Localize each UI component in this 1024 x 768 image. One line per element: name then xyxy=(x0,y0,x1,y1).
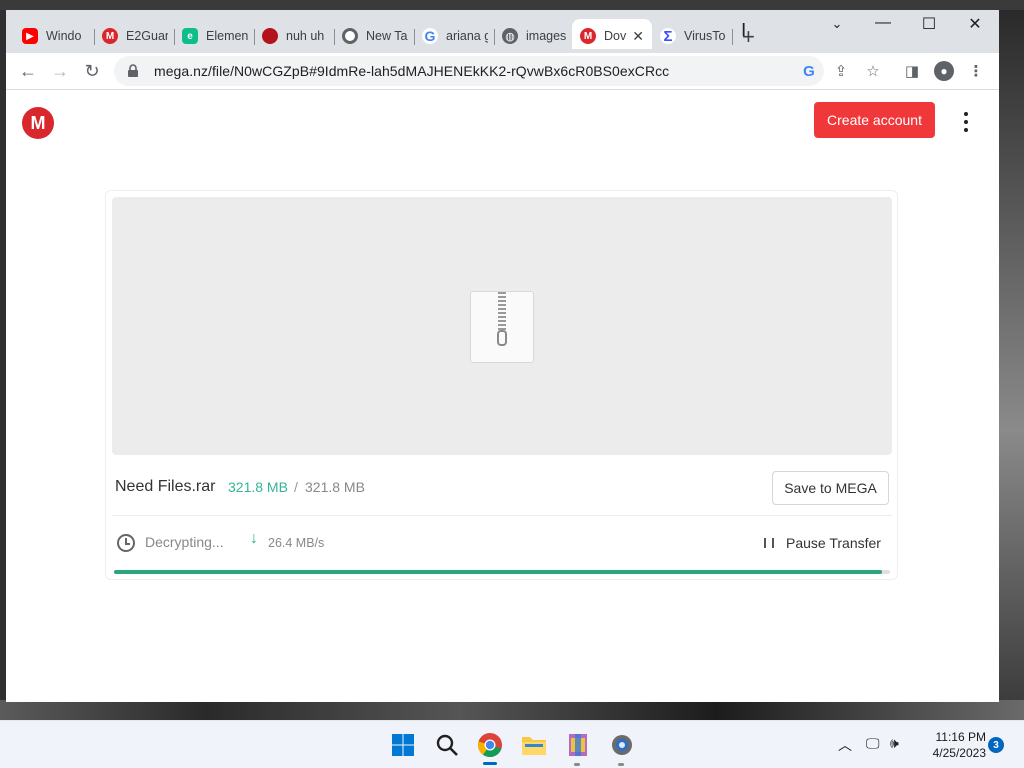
reload-button[interactable]: ↻ xyxy=(80,59,104,83)
tab-youtube[interactable]: ▶ Windo xyxy=(14,23,94,49)
taskbar-winrar[interactable] xyxy=(564,731,592,759)
mega-icon: M xyxy=(580,28,596,44)
google-lens-icon[interactable]: G xyxy=(799,61,819,81)
browser-window: ▶ Windo M E2Guar e Elemen nuh uh New Ta … xyxy=(6,10,999,702)
mega-logo[interactable]: M xyxy=(22,107,54,139)
taskbar-settings[interactable] xyxy=(608,731,636,759)
tab-title: images xyxy=(526,29,567,43)
virustotal-icon: Σ xyxy=(660,28,676,45)
system-clock[interactable]: 11:16 PM 4/25/2023 xyxy=(918,729,986,761)
clock-date: 4/25/2023 xyxy=(932,746,986,760)
tab-virustotal[interactable]: Σ VirusTo xyxy=(652,23,732,49)
size-separator: / xyxy=(294,479,298,495)
page-menu-icon[interactable] xyxy=(956,112,976,132)
profile-icon[interactable]: ● xyxy=(934,61,954,81)
network-icon[interactable]: 🖵 xyxy=(866,735,880,752)
tab-title: nuh uh xyxy=(286,29,325,43)
create-account-button[interactable]: Create account xyxy=(814,102,935,138)
tab-title: Dov xyxy=(604,29,627,43)
tab-title: ariana g xyxy=(446,29,488,43)
notification-badge[interactable]: 3 xyxy=(988,737,1004,753)
pause-icon[interactable] xyxy=(764,538,774,550)
download-arrow-icon: ↓ xyxy=(250,530,258,547)
tab-title: New Ta xyxy=(366,29,408,43)
search-icon xyxy=(436,734,458,756)
element-icon: e xyxy=(182,28,198,44)
gear-icon xyxy=(612,735,632,755)
share-icon[interactable]: ⇪ xyxy=(831,61,851,81)
tab-download-active[interactable]: M Dov ✕ xyxy=(572,19,652,49)
start-button[interactable] xyxy=(389,731,417,759)
address-bar[interactable]: mega.nz/file/N0wCGZpB#9IdmRe-lah5dMAJHEN… xyxy=(114,56,824,86)
volume-icon[interactable]: 🕪 xyxy=(890,735,899,752)
transfer-state: Decrypting... xyxy=(145,534,224,550)
show-hidden-icons-chevron-icon[interactable]: ︿ xyxy=(838,735,852,755)
tab-title: Windo xyxy=(46,29,82,43)
tab-nuh-uh[interactable]: nuh uh xyxy=(254,23,334,49)
text-cursor-icon: I xyxy=(741,20,747,41)
tab-element[interactable]: e Elemen xyxy=(174,23,254,49)
lock-icon xyxy=(128,64,138,77)
tab-strip: ▶ Windo M E2Guar e Elemen nuh uh New Ta … xyxy=(6,10,999,53)
menu-kebab-icon[interactable]: ⋮ xyxy=(966,61,986,81)
close-tab-icon[interactable]: ✕ xyxy=(632,28,644,45)
progress-fill xyxy=(114,570,883,574)
tab-new-tab[interactable]: New Ta xyxy=(334,23,414,49)
globe-icon: ◍ xyxy=(502,28,518,44)
chrome-icon xyxy=(342,28,358,44)
search-button[interactable] xyxy=(433,731,461,759)
downloaded-size: 321.8 MB xyxy=(228,479,288,495)
windows-icon xyxy=(392,734,414,756)
youtube-icon: ▶ xyxy=(22,28,38,44)
back-button[interactable]: ← xyxy=(16,59,40,83)
tab-title: Elemen xyxy=(206,29,248,43)
side-panel-icon[interactable]: ◨ xyxy=(902,61,922,81)
transfer-status-row: Decrypting... ↓ 26.4 MB/s Pause Transfer xyxy=(106,516,897,566)
winrar-icon xyxy=(569,734,587,756)
clock-icon xyxy=(117,534,135,552)
close-window-button[interactable]: ✕ xyxy=(952,14,998,34)
folder-icon xyxy=(522,737,546,755)
browser-toolbar: ← → ↻ mega.nz/file/N0wCGZpB#9IdmRe-lah5d… xyxy=(6,53,999,90)
bookmark-star-icon[interactable]: ☆ xyxy=(863,61,883,81)
tab-search-icon[interactable]: ⌄ xyxy=(814,16,860,32)
tab-title: E2Guar xyxy=(126,29,168,43)
tab-title: VirusTo xyxy=(684,29,726,43)
url-text: mega.nz/file/N0wCGZpB#9IdmRe-lah5dMAJHEN… xyxy=(154,63,670,79)
taskbar: ︿ 🖵 🕪 11:16 PM 4/25/2023 3 xyxy=(0,720,1024,768)
google-icon: G xyxy=(422,28,438,44)
file-name: Need Files.rar xyxy=(115,478,216,495)
chrome-icon xyxy=(478,733,502,757)
maximize-button[interactable]: ☐ xyxy=(906,14,952,34)
forward-button[interactable]: → xyxy=(48,59,72,83)
transfer-speed: 26.4 MB/s xyxy=(268,536,325,550)
save-to-mega-button[interactable]: Save to MEGA xyxy=(772,471,889,505)
taskbar-chrome[interactable] xyxy=(476,731,504,759)
minimize-button[interactable]: — xyxy=(860,14,906,32)
tab-ariana[interactable]: G ariana g xyxy=(414,23,494,49)
total-size: 321.8 MB xyxy=(305,479,365,495)
pause-transfer-button[interactable]: Pause Transfer xyxy=(786,535,881,551)
mega-download-page: M Create account Need Files.rar 321.8 MB… xyxy=(6,90,999,702)
progress-bar xyxy=(114,570,890,574)
clock-time: 11:16 PM xyxy=(935,730,986,744)
file-preview xyxy=(112,197,892,455)
red-dot-icon xyxy=(262,28,278,44)
archive-file-icon xyxy=(470,291,534,363)
taskbar-file-explorer[interactable] xyxy=(520,731,548,759)
tab-e2guard[interactable]: M E2Guar xyxy=(94,23,174,49)
file-info-row: Need Files.rar 321.8 MB / 321.8 MB Save … xyxy=(106,456,897,516)
mega-icon: M xyxy=(102,28,118,44)
download-card: Need Files.rar 321.8 MB / 321.8 MB Save … xyxy=(105,190,898,580)
tab-images[interactable]: ◍ images xyxy=(494,23,574,49)
